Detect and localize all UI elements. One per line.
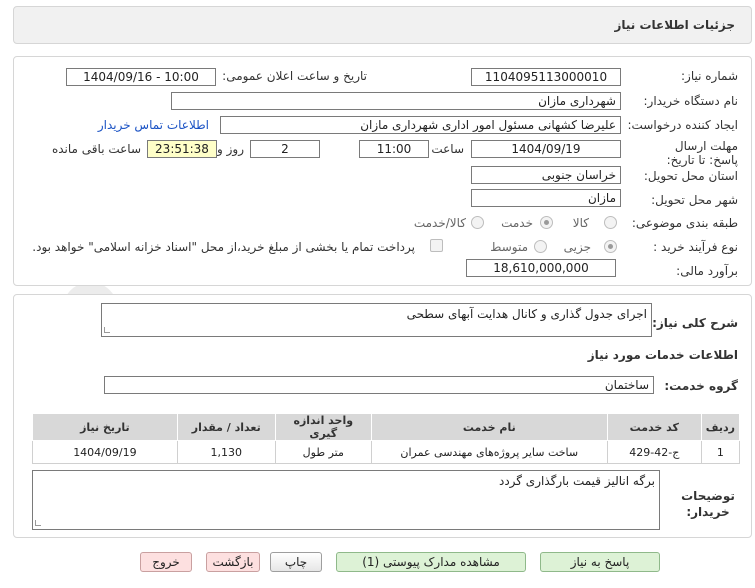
page-title: جزئیات اطلاعات نیاز — [614, 18, 735, 32]
reply-deadline-label: مهلت ارسال پاسخ: تا تاریخ: — [666, 139, 738, 167]
services-table-header: ردیف کد خدمت نام خدمت واحد اندازه گیری ت… — [32, 413, 741, 441]
remaining-hours-label: ساعت باقی مانده — [51, 142, 141, 156]
estimate-label: برآورد مالی: — [676, 264, 738, 278]
textarea-resize-handle-icon[interactable] — [104, 327, 110, 333]
requester-field: علیرضا کشهانی مسئول امور اداری شهرداری م… — [220, 116, 621, 134]
buyer-notes-label: توضیحات خریدار: — [681, 489, 735, 519]
subject-goods-service-label: کالا/خدمت — [413, 216, 466, 230]
cell-service-name: ساخت سایر پروژه‌های مهندسی عمران — [370, 440, 608, 464]
process-minor-label: جزیی — [563, 240, 591, 254]
days-and-label: روز و — [217, 142, 244, 156]
buyer-contact-link[interactable]: اطلاعات تماس خریدار — [98, 118, 209, 132]
cell-row-number: 1 — [700, 440, 741, 464]
service-group-field: ساختمان — [104, 376, 654, 394]
announce-datetime-field: 1404/09/16 - 10:00 — [66, 68, 216, 86]
services-table: ردیف کد خدمت نام خدمت واحد اندازه گیری ت… — [32, 413, 741, 464]
cell-unit: متر طول — [274, 440, 372, 464]
subject-goods-service-radio[interactable] — [471, 216, 484, 229]
services-section-title: اطلاعات خدمات مورد نیاز — [587, 348, 738, 362]
reply-time-field: 11:00 — [359, 140, 429, 158]
service-group-label: گروه خدمت: — [664, 379, 738, 393]
treasury-payment-note: پرداخت تمام یا بخشی از مبلغ خرید،از محل … — [32, 240, 415, 254]
col-unit: واحد اندازه گیری — [274, 413, 372, 441]
subject-goods-label: کالا — [572, 216, 589, 230]
need-number-field: 1104095113000010 — [471, 68, 621, 86]
process-medium-label: متوسط — [490, 240, 528, 254]
cell-service-code: ج-42-429 — [606, 440, 702, 464]
reply-date-field: 1404/09/19 — [471, 140, 621, 158]
notes-resize-handle-icon[interactable] — [35, 520, 41, 526]
col-service-code: کد خدمت — [606, 413, 702, 441]
description-label: شرح کلی نیاز: — [652, 316, 738, 330]
cell-need-date: 1404/09/19 — [32, 440, 178, 464]
remaining-time-field: 23:51:38 — [147, 140, 217, 158]
subject-service-radio[interactable] — [540, 216, 553, 229]
subject-class-label: طبقه بندی موضوعی: — [631, 216, 738, 230]
col-row-number: ردیف — [700, 413, 741, 441]
requester-label: ایجاد کننده درخواست: — [627, 118, 738, 132]
reply-time-label: ساعت — [431, 142, 464, 156]
province-label: استان محل تحویل: — [643, 169, 738, 183]
subject-service-label: خدمت — [501, 216, 533, 230]
buyer-notes-textarea[interactable]: برگه انالیز قیمت بارگذاری گردد — [32, 470, 660, 530]
estimate-field: 18,610,000,000 — [466, 259, 616, 277]
view-attachments-button[interactable]: مشاهده مدارک پیوستی (1) — [336, 552, 526, 572]
province-field: خراسان جنوبی — [471, 166, 621, 184]
days-remaining-field: 2 — [250, 140, 320, 158]
city-label: شهر محل تحویل: — [651, 193, 738, 207]
process-minor-radio[interactable] — [604, 240, 617, 253]
page-header: جزئیات اطلاعات نیاز — [13, 6, 752, 44]
cell-quantity: 1,130 — [176, 440, 276, 464]
treasury-payment-checkbox[interactable] — [430, 239, 443, 252]
back-button[interactable]: بازگشت — [206, 552, 260, 572]
exit-button[interactable]: خروج — [140, 552, 192, 572]
buyer-org-field: شهرداری مازان — [171, 92, 621, 110]
city-field: مازان — [471, 189, 621, 207]
col-quantity: تعداد / مقدار — [176, 413, 276, 441]
print-button[interactable]: چاپ — [270, 552, 322, 572]
need-number-label: شماره نیاز: — [681, 69, 738, 83]
process-medium-radio[interactable] — [534, 240, 547, 253]
reply-button[interactable]: پاسخ به نیاز — [540, 552, 660, 572]
buyer-org-label: نام دستگاه خریدار: — [643, 94, 739, 108]
announce-datetime-label: تاریخ و ساعت اعلان عمومی: — [222, 69, 367, 83]
subject-goods-radio[interactable] — [604, 216, 617, 229]
table-row: 1 ج-42-429 ساخت سایر پروژه‌های مهندسی عم… — [32, 440, 741, 464]
description-textarea[interactable]: اجرای جدول گذاری و کانال هدایت آبهای سطح… — [101, 303, 652, 337]
col-need-date: تاریخ نیاز — [32, 413, 178, 441]
col-service-name: نام خدمت — [370, 413, 608, 441]
process-type-label: نوع فرآیند خرید : — [653, 240, 738, 254]
